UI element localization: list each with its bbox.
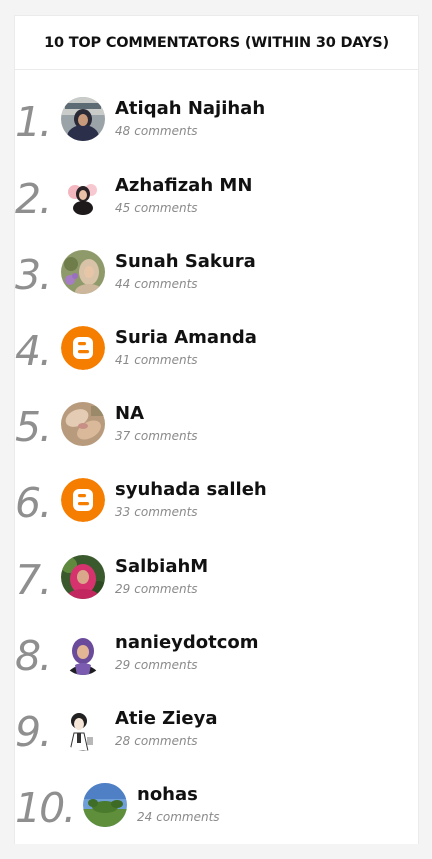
- commentator-name[interactable]: Suria Amanda: [115, 327, 257, 348]
- commentator-name[interactable]: Sunah Sakura: [115, 251, 256, 272]
- avatar[interactable]: [61, 174, 105, 218]
- commentator-name[interactable]: Azhafizah MN: [115, 175, 252, 196]
- top-commentators-widget: 10 TOP COMMENTATORS (WITHIN 30 DAYS) 1. …: [14, 15, 419, 844]
- list-item: 9. Atie Zieya 28 comments: [15, 707, 418, 783]
- rank-number: 1.: [15, 98, 52, 146]
- rank-number: 3.: [15, 251, 52, 299]
- comment-count: 45 comments: [115, 201, 198, 215]
- widget-title: 10 TOP COMMENTATORS (WITHIN 30 DAYS): [15, 16, 418, 70]
- commentator-name[interactable]: NA: [115, 403, 144, 424]
- comment-count: 33 comments: [115, 505, 198, 519]
- avatar[interactable]: [61, 402, 105, 446]
- list-item: 2. Azhafizah MN 45 comments: [15, 174, 418, 250]
- blogger-logo-icon[interactable]: [61, 326, 105, 370]
- blogger-logo-icon[interactable]: [61, 478, 105, 522]
- list-item: 4. Suria Amanda 41 comments: [15, 326, 418, 402]
- comment-count: 37 comments: [115, 429, 198, 443]
- commentator-name[interactable]: SalbiahM: [115, 556, 208, 577]
- list-item: 5. NA 37 comments: [15, 402, 418, 478]
- rank-number: 8.: [15, 632, 52, 680]
- list-item: 7. SalbiahM 29 comments: [15, 555, 418, 631]
- avatar[interactable]: [61, 707, 105, 751]
- rank-number: 6.: [15, 479, 52, 527]
- comment-count: 48 comments: [115, 124, 198, 138]
- comment-count: 41 comments: [115, 353, 198, 367]
- commentator-name[interactable]: Atie Zieya: [115, 708, 218, 729]
- avatar[interactable]: [61, 631, 105, 675]
- avatar[interactable]: [83, 783, 127, 827]
- list-item: 10. nohas 24 comments: [15, 783, 418, 859]
- commentator-name[interactable]: nohas: [137, 784, 198, 805]
- avatar[interactable]: [61, 555, 105, 599]
- list-item: 3. Sunah Sakura 44 comments: [15, 250, 418, 326]
- rank-number: 7.: [15, 556, 52, 604]
- comment-count: 29 comments: [115, 658, 198, 672]
- comment-count: 28 comments: [115, 734, 198, 748]
- rank-number: 4.: [15, 327, 52, 375]
- comment-count: 44 comments: [115, 277, 198, 291]
- comment-count: 24 comments: [137, 810, 220, 824]
- rank-number: 9.: [15, 708, 52, 756]
- comment-count: 29 comments: [115, 582, 198, 596]
- list-item: 8. nanieydotcom 29 comments: [15, 631, 418, 707]
- list-item: 6. syuhada salleh 33 comments: [15, 478, 418, 554]
- rank-number: 2.: [15, 175, 52, 223]
- avatar[interactable]: [61, 250, 105, 294]
- list-item: 1. Atiqah Najihah 48 comments: [15, 97, 418, 173]
- rank-number: 10.: [15, 784, 76, 832]
- commentator-name[interactable]: Atiqah Najihah: [115, 98, 265, 119]
- commentator-name[interactable]: nanieydotcom: [115, 632, 259, 653]
- rank-number: 5.: [15, 403, 52, 451]
- commentator-name[interactable]: syuhada salleh: [115, 479, 267, 500]
- avatar[interactable]: [61, 97, 105, 141]
